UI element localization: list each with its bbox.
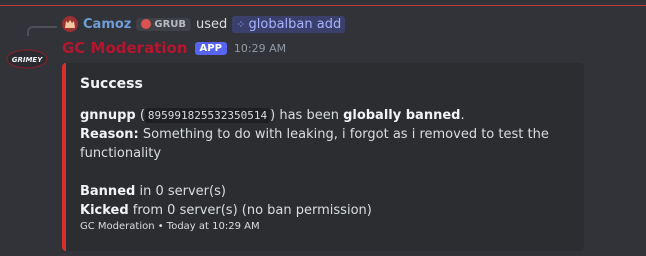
ban-action: globally banned xyxy=(343,108,461,123)
slash-command-name: globalban add xyxy=(248,16,342,32)
app-badge: APP xyxy=(194,41,227,55)
embed-footer: GC Moderation • Today at 10:29 AM xyxy=(80,221,260,232)
kicked-text: from 0 server(s) (no ban permission) xyxy=(128,203,372,218)
reply-username[interactable]: Camoz xyxy=(83,17,131,32)
user-id-code: 895991825532350514 xyxy=(144,108,271,123)
guild-tag-text: GRUB xyxy=(154,18,187,30)
banned-label: Banned xyxy=(80,184,136,199)
reply-user-avatar[interactable] xyxy=(62,16,78,32)
used-text: used xyxy=(196,16,228,32)
banned-text: in 0 server(s) xyxy=(135,184,226,199)
guild-tag[interactable]: GRUB xyxy=(136,17,192,31)
reason-line: Reason: Something to do with leaking, i … xyxy=(80,125,560,163)
reason-label: Reason: xyxy=(80,127,139,142)
banned-count-line: Banned in 0 server(s) xyxy=(80,182,560,201)
message-timestamp[interactable]: 10:29 AM xyxy=(234,42,286,55)
text-fragment: . xyxy=(460,108,465,123)
reply-connector xyxy=(27,26,57,36)
embed-description: gnnupp (895991825532350514) has been glo… xyxy=(80,106,560,220)
avatar-logo-text: GRIMEY xyxy=(12,56,43,64)
text-fragment: ( xyxy=(135,108,145,123)
guild-tag-icon xyxy=(141,19,152,29)
reply-reference[interactable]: Camoz GRUB used ⁘ globalban add xyxy=(62,14,346,34)
embed-card: Success gnnupp (895991825532350514) has … xyxy=(62,63,584,251)
author-name[interactable]: GC Moderation xyxy=(62,39,188,57)
unread-divider-line xyxy=(0,5,646,6)
banned-username: gnnupp xyxy=(80,108,136,123)
text-fragment: ) has been xyxy=(270,108,344,123)
bot-avatar[interactable]: GRIMEY xyxy=(6,46,48,72)
embed-title: Success xyxy=(80,76,143,92)
ban-summary-line: gnnupp (895991825532350514) has been glo… xyxy=(80,106,560,125)
kicked-label: Kicked xyxy=(80,203,129,218)
wolf-icon xyxy=(65,20,75,28)
kicked-count-line: Kicked from 0 server(s) (no ban permissi… xyxy=(80,201,560,220)
slash-command-icon: ⁘ xyxy=(236,17,246,31)
reason-text: Something to do with leaking, i forgot a… xyxy=(80,127,549,161)
message-header: GC Moderation APP 10:29 AM xyxy=(62,39,286,57)
slash-command[interactable]: ⁘ globalban add xyxy=(232,15,346,33)
